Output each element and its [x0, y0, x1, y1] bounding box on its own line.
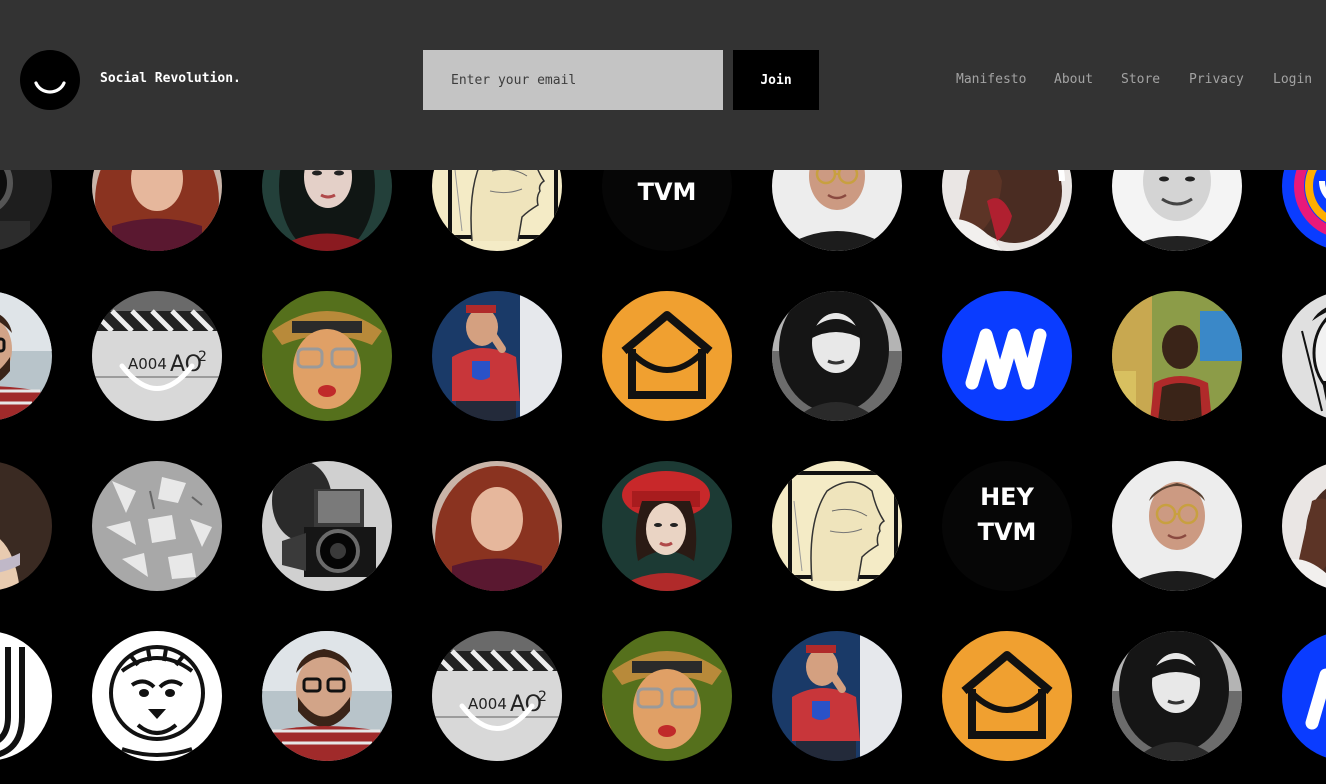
svg-text:2: 2 [538, 689, 547, 705]
brand-name: Social Revolution. [100, 71, 241, 86]
avatar-red-shirt-man[interactable] [772, 631, 902, 761]
avatar-film-slate[interactable]: A004 AO 2 [92, 291, 222, 421]
svg-text:TVM: TVM [638, 178, 697, 206]
email-input[interactable] [423, 50, 723, 110]
nav-about[interactable]: About [1054, 71, 1093, 89]
avatar-painting-nude[interactable] [0, 461, 52, 591]
svg-text:2: 2 [198, 349, 207, 365]
svg-text:HEY: HEY [980, 483, 1034, 511]
avatar-lion-face[interactable] [92, 631, 222, 761]
nav-login[interactable]: Login [1273, 71, 1312, 89]
svg-text:A004: A004 [128, 355, 167, 373]
avatar-cap-glasses-woman[interactable] [262, 291, 392, 421]
avatar-sketch-profile[interactable] [772, 461, 902, 591]
avatar-ello-logo[interactable] [1282, 631, 1326, 761]
avatar-line-logo[interactable] [0, 631, 52, 761]
avatar-glasses-beard-man[interactable] [262, 631, 392, 761]
ello-logo[interactable] [20, 50, 80, 110]
avatar-red-shirt-man[interactable] [432, 291, 562, 421]
avatar-glasses-beard-man[interactable] [0, 291, 52, 421]
avatar-red-hair-woman[interactable] [432, 461, 562, 591]
site-header: Social Revolution. Join Manifesto About … [0, 0, 1326, 170]
nav-privacy[interactable]: Privacy [1189, 71, 1244, 89]
avatar-comic-face[interactable] [1282, 291, 1326, 421]
smile-icon [34, 81, 66, 94]
avatar-hammock-logo[interactable] [602, 291, 732, 421]
avatar-bw-woman[interactable] [772, 291, 902, 421]
nav-manifesto[interactable]: Manifesto [956, 71, 1026, 89]
avatar-man-red-tank[interactable] [1112, 291, 1242, 421]
nav-store[interactable]: Store [1121, 71, 1160, 89]
avatar-film-slate[interactable]: A004 AO 2 [432, 631, 562, 761]
avatar-cap-glasses-woman[interactable] [602, 631, 732, 761]
avatar-hand-portrait[interactable] [1282, 461, 1326, 591]
avatar-ello-logo[interactable] [942, 291, 1072, 421]
avatar-hey-tvm[interactable]: HEY TVM [942, 461, 1072, 591]
avatar-bw-camera[interactable] [262, 461, 392, 591]
avatar-glasses-man[interactable] [1112, 461, 1242, 591]
avatar-gray-pattern[interactable] [92, 461, 222, 591]
avatar-red-hat-woman[interactable] [602, 461, 732, 591]
svg-text:TVM: TVM [978, 518, 1037, 546]
join-button[interactable]: Join [733, 50, 819, 110]
avatar-hammock-logo[interactable] [942, 631, 1072, 761]
avatar-bw-woman[interactable] [1112, 631, 1242, 761]
svg-text:A004: A004 [468, 695, 507, 713]
